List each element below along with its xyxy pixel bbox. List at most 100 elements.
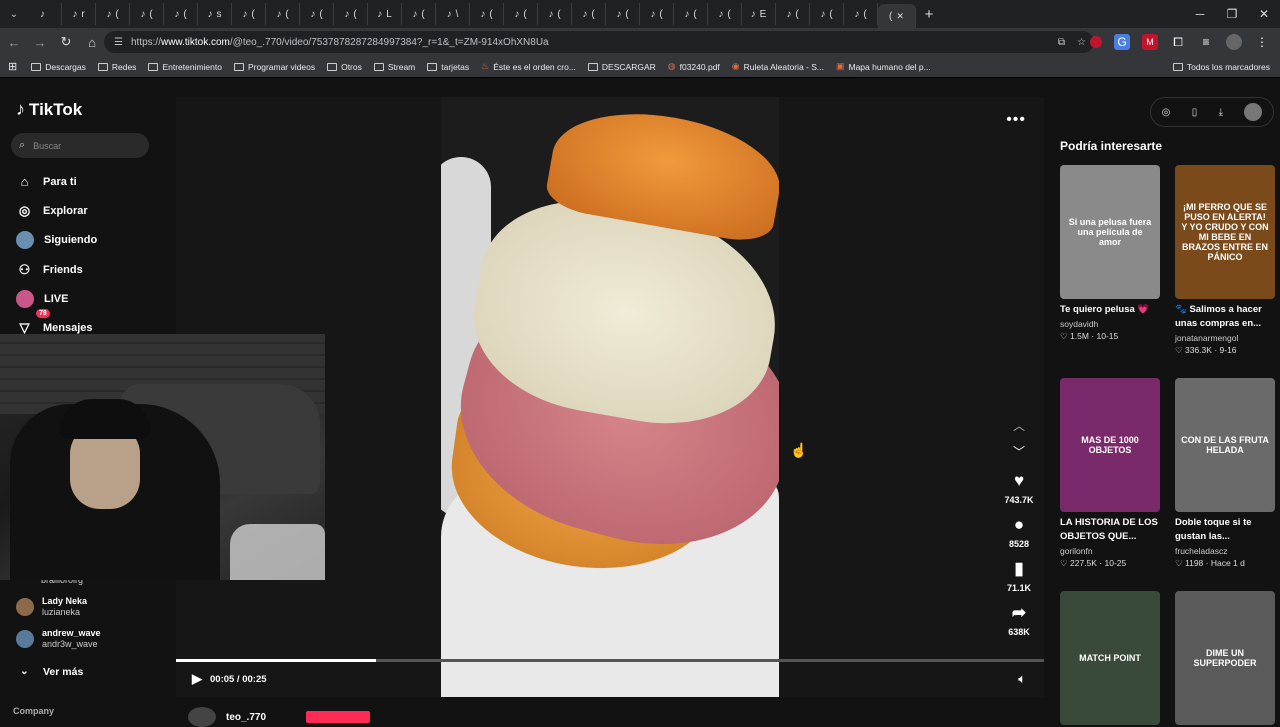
thumbnail[interactable]: CON DE LAS FRUTA HELADA xyxy=(1175,378,1275,512)
browser-tab[interactable]: ♪( xyxy=(402,3,436,25)
extension-red-icon[interactable] xyxy=(1090,36,1102,48)
company-link[interactable]: Company xyxy=(13,706,54,716)
browser-tab[interactable]: ♪( xyxy=(776,3,810,25)
progress-bar[interactable] xyxy=(176,659,1044,662)
browser-tab[interactable]: ♪( xyxy=(504,3,538,25)
all-bookmarks[interactable]: Todos los marcadores xyxy=(1172,62,1270,72)
mobile-icon[interactable]: ▯ xyxy=(1192,107,1198,118)
following-item[interactable]: Lady Neka luzianeka xyxy=(16,596,87,618)
browser-tab[interactable]: ♪ L xyxy=(368,3,402,25)
install-icon[interactable]: ⧉ xyxy=(1058,37,1065,48)
browser-tab[interactable]: ♪ xyxy=(28,3,62,25)
browser-tab[interactable]: ♪( xyxy=(470,3,504,25)
bookmark-item[interactable]: Entretenimiento xyxy=(148,62,222,72)
tab-search-button[interactable]: ⌄ xyxy=(0,0,28,28)
browser-tab[interactable]: ♪( xyxy=(538,3,572,25)
browser-tab[interactable]: ♪( xyxy=(164,3,198,25)
author-name[interactable]: teo_.770 xyxy=(226,712,266,723)
active-tab[interactable]: (✕ xyxy=(878,4,916,28)
card-caption[interactable]: LA HISTORIA DE LOS OBJETOS QUE... xyxy=(1060,516,1160,544)
avatar[interactable] xyxy=(1244,103,1263,121)
browser-tab[interactable]: ♪ E xyxy=(742,3,776,25)
volume-icon[interactable]: 🔈︎ xyxy=(1018,671,1026,687)
bookmark-item[interactable]: Descargas xyxy=(31,62,86,72)
browser-tab[interactable]: ♪( xyxy=(572,3,606,25)
browser-tab[interactable]: ♪ r xyxy=(62,3,96,25)
play-icon[interactable]: ▶ xyxy=(192,671,202,687)
browser-tab[interactable]: ♪( xyxy=(810,3,844,25)
following-item[interactable]: andrew_wave andr3w_wave xyxy=(16,628,101,650)
thumbnail[interactable]: DIME UN SUPERPODER xyxy=(1175,591,1275,725)
chevron-down-icon[interactable]: ﹀ xyxy=(996,443,1042,460)
recommendation-card[interactable]: Si una pelusa fuera una película de amor… xyxy=(1060,165,1160,342)
card-caption[interactable]: Doble toque si te gustan las... xyxy=(1175,516,1275,544)
new-tab-button[interactable]: + xyxy=(916,6,942,23)
url-field[interactable]: ☰ https://www.tiktok.com/@teo_.770/video… xyxy=(104,31,1094,53)
apps-grid-icon[interactable]: ⊞ xyxy=(8,60,17,73)
recommendation-card[interactable]: ¡MI PERRO QUE SE PUSO EN ALERTA! Y YO CR… xyxy=(1175,165,1275,356)
browser-menu-icon[interactable]: ⋮ xyxy=(1254,34,1270,50)
bookmark-item[interactable]: Otros xyxy=(327,62,362,72)
tiktok-logo[interactable]: ♪ TikTok xyxy=(16,99,82,120)
extension-m-icon[interactable]: M xyxy=(1142,34,1158,50)
save-button[interactable]: ▮ 71.1K xyxy=(996,559,1042,593)
bookmark-item[interactable]: tarjetas xyxy=(427,62,469,72)
see-more-button[interactable]: ⌄ Ver más xyxy=(16,663,83,680)
browser-tab[interactable]: ♪( xyxy=(334,3,368,25)
download-icon[interactable]: ⤓ xyxy=(1219,107,1223,118)
recommendation-card[interactable]: MATCH POINT xyxy=(1060,591,1160,725)
bookmark-star-icon[interactable]: ☆ xyxy=(1077,37,1086,48)
thumbnail[interactable]: Si una pelusa fuera una película de amor xyxy=(1060,165,1160,299)
compass-icon[interactable]: ◎ xyxy=(1162,107,1171,118)
browser-tab[interactable]: ♪ \ xyxy=(436,3,470,25)
recommendation-card[interactable]: MAS DE 1000 OBJETOS LA HISTORIA DE LOS OB… xyxy=(1060,378,1160,569)
recommendation-card[interactable]: DIME UN SUPERPODER xyxy=(1175,591,1275,725)
browser-tab[interactable]: ♪( xyxy=(674,3,708,25)
recommendation-card[interactable]: CON DE LAS FRUTA HELADA Doble toque si te… xyxy=(1175,378,1275,569)
reading-list-icon[interactable]: ≡ xyxy=(1198,34,1214,50)
card-author[interactable]: soydavidh xyxy=(1060,319,1160,329)
extension-translate-icon[interactable]: G xyxy=(1114,34,1130,50)
card-caption[interactable]: Te quiero pelusa 💗 xyxy=(1060,303,1160,317)
bookmark-item[interactable]: DESCARGAR xyxy=(587,62,656,72)
bookmark-item[interactable]: ▣ Mapa humano del p... xyxy=(836,61,931,72)
extensions-puzzle-icon[interactable]: ⧠ xyxy=(1170,34,1186,50)
bookmark-item[interactable]: ♨ Éste es el orden cro... xyxy=(481,61,576,72)
like-button[interactable]: ♥ 743.7K xyxy=(996,471,1042,505)
browser-tab[interactable]: ♪( xyxy=(232,3,266,25)
thumbnail[interactable]: ¡MI PERRO QUE SE PUSO EN ALERTA! Y YO CR… xyxy=(1175,165,1275,299)
bookmark-item[interactable]: Redes xyxy=(97,62,136,72)
restore-icon[interactable]: ❐ xyxy=(1216,0,1248,28)
search-input[interactable]: ⌕ Buscar xyxy=(11,133,149,158)
back-icon[interactable]: ← xyxy=(2,35,26,50)
browser-tab[interactable]: ♪( xyxy=(844,3,878,25)
bookmark-item[interactable]: ◉ Ruleta Aleatoria - S... xyxy=(732,61,824,72)
bookmark-item[interactable]: ◍ f03240.pdf xyxy=(668,61,720,72)
follow-button[interactable] xyxy=(306,711,371,723)
card-author[interactable]: gorilonfn xyxy=(1060,546,1160,556)
video-frame[interactable] xyxy=(441,97,779,697)
card-author[interactable]: jonatanarmengol xyxy=(1175,333,1275,343)
nav-siguiendo[interactable]: Siguiendo xyxy=(16,231,97,249)
browser-tab[interactable]: ♪( xyxy=(96,3,130,25)
forward-icon[interactable]: → xyxy=(28,35,52,50)
nav-friends[interactable]: ⚇ Friends xyxy=(16,261,83,278)
share-button[interactable]: ➦ 638K xyxy=(996,603,1042,637)
browser-tab[interactable]: ♪( xyxy=(266,3,300,25)
nav-live[interactable]: LIVE xyxy=(16,290,68,308)
browser-tab[interactable]: ♪( xyxy=(130,3,164,25)
thumbnail[interactable]: MATCH POINT xyxy=(1060,591,1160,725)
chevron-up-icon[interactable]: ︿ xyxy=(996,417,1042,434)
card-author[interactable]: frucheladascz xyxy=(1175,546,1275,556)
nav-para-ti[interactable]: ⌂ Para ti xyxy=(16,173,77,190)
card-caption[interactable]: 🐾 Salimos a hacer unas compras en... xyxy=(1175,303,1275,331)
reload-icon[interactable]: ↻ xyxy=(54,34,78,50)
browser-tab[interactable]: ♪( xyxy=(708,3,742,25)
browser-tab[interactable]: ♪( xyxy=(640,3,674,25)
profile-icon[interactable] xyxy=(1226,34,1242,50)
browser-tab[interactable]: ♪( xyxy=(606,3,640,25)
site-info-icon[interactable]: ☰ xyxy=(114,37,123,48)
thumbnail[interactable]: MAS DE 1000 OBJETOS xyxy=(1060,378,1160,512)
close-window-icon[interactable]: ✕ xyxy=(1248,0,1280,28)
bookmark-item[interactable]: Programar videos xyxy=(233,62,315,72)
